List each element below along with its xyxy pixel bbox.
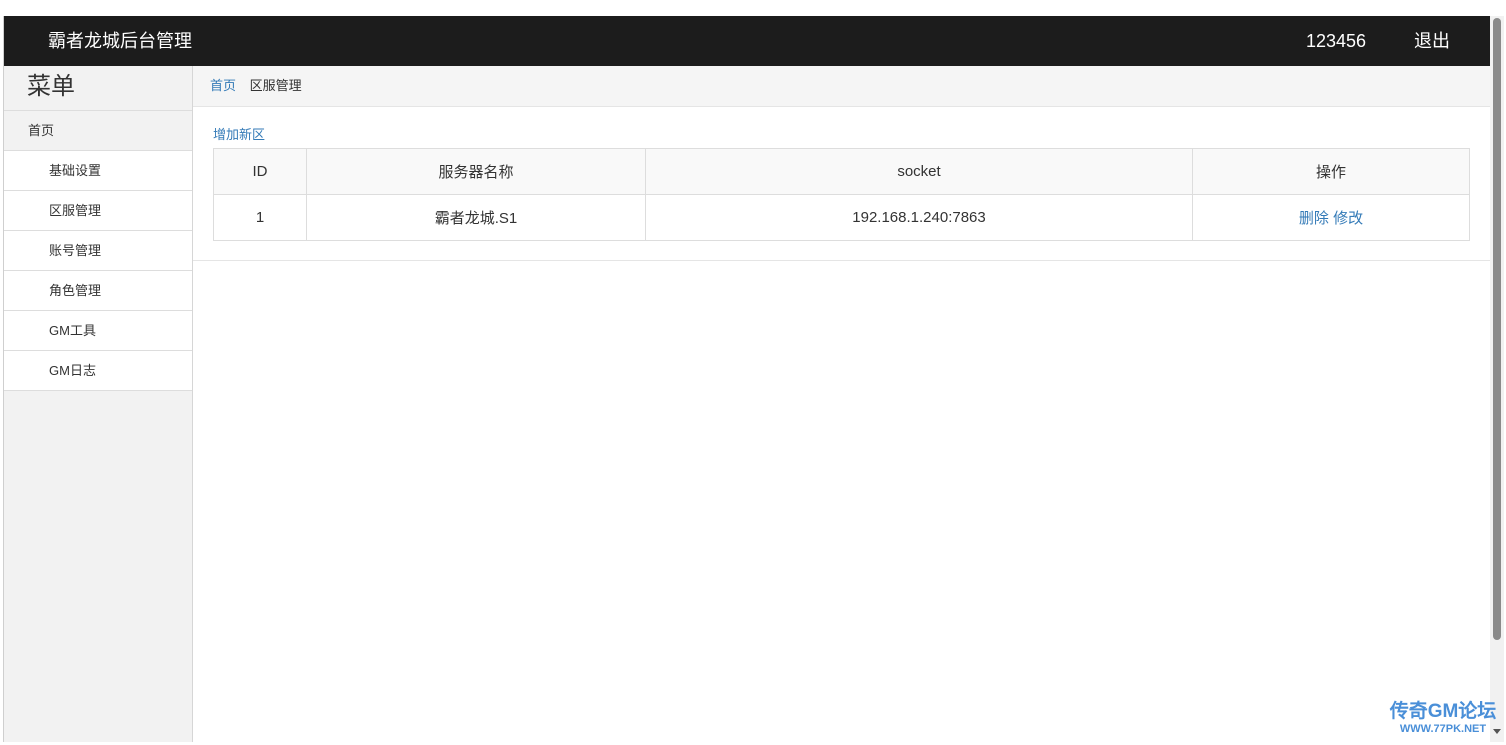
watermark: 传奇GM论坛 WWW.77PK.NET bbox=[1384, 701, 1502, 735]
column-header-id: ID bbox=[213, 148, 307, 195]
table-header-row: ID 服务器名称 socket 操作 bbox=[213, 148, 1470, 195]
sidebar: 菜单 首页 基础设置 区服管理 账号管理 角色管理 GM工具 GM日志 bbox=[4, 66, 193, 742]
sidebar-item-gm-tools[interactable]: GM工具 bbox=[4, 311, 192, 351]
vertical-scrollbar[interactable] bbox=[1490, 16, 1504, 742]
cell-socket: 192.168.1.240:7863 bbox=[645, 194, 1193, 241]
sidebar-title: 菜单 bbox=[4, 66, 192, 111]
scrollbar-thumb[interactable] bbox=[1493, 18, 1501, 640]
sidebar-item-home[interactable]: 首页 bbox=[4, 111, 192, 151]
breadcrumb-home-link[interactable]: 首页 bbox=[210, 78, 236, 93]
zone-table: ID 服务器名称 socket 操作 1 霸者龙城.S1 192.168.1.2… bbox=[213, 148, 1470, 241]
watermark-title: 传奇GM论坛 bbox=[1389, 701, 1497, 722]
breadcrumb-current: 区服管理 bbox=[249, 78, 302, 93]
edit-link[interactable]: 修改 bbox=[1333, 210, 1363, 227]
sidebar-item-basic-settings[interactable]: 基础设置 bbox=[4, 151, 192, 191]
cell-server-name: 霸者龙城.S1 bbox=[306, 194, 646, 241]
sidebar-item-zone-management[interactable]: 区服管理 bbox=[4, 191, 192, 231]
logout-link[interactable]: 退出 bbox=[1414, 16, 1450, 66]
sidebar-item-account-management[interactable]: 账号管理 bbox=[4, 231, 192, 271]
app-window: 霸者龙城后台管理 123456 退出 菜单 首页 基础设置 区服管理 账号管理 … bbox=[3, 16, 1491, 742]
breadcrumb: 首页 区服管理 bbox=[193, 66, 1491, 107]
cell-actions: 删除 修改 bbox=[1192, 194, 1470, 241]
add-zone-link[interactable]: 增加新区 bbox=[213, 126, 265, 144]
column-header-actions: 操作 bbox=[1192, 148, 1470, 195]
column-header-server-name: 服务器名称 bbox=[306, 148, 646, 195]
table-row: 1 霸者龙城.S1 192.168.1.240:7863 删除 修改 bbox=[213, 194, 1470, 241]
top-header: 霸者龙城后台管理 123456 退出 bbox=[4, 16, 1491, 66]
main-panel: 首页 区服管理 增加新区 ID 服务器名称 socket 操作 1 霸者龙城.S… bbox=[193, 66, 1491, 742]
delete-link[interactable]: 删除 bbox=[1299, 210, 1329, 227]
cell-id: 1 bbox=[213, 194, 307, 241]
content-area: 增加新区 ID 服务器名称 socket 操作 1 霸者龙城.S1 192.16… bbox=[193, 107, 1491, 261]
sidebar-item-role-management[interactable]: 角色管理 bbox=[4, 271, 192, 311]
watermark-url: WWW.77PK.NET bbox=[1399, 723, 1487, 735]
column-header-socket: socket bbox=[645, 148, 1193, 195]
sidebar-item-gm-log[interactable]: GM日志 bbox=[4, 351, 192, 391]
brand-title: 霸者龙城后台管理 bbox=[48, 31, 192, 51]
current-user: 123456 bbox=[1306, 31, 1367, 51]
